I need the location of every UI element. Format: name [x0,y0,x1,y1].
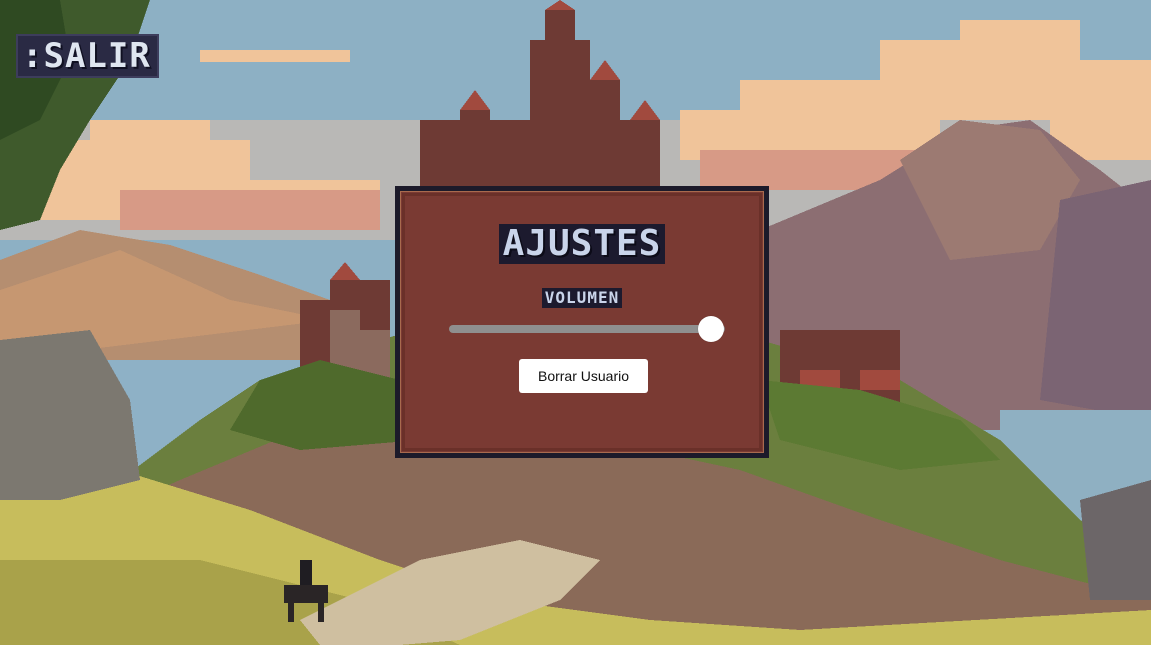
delete-user-button[interactable]: Borrar Usuario [519,359,648,393]
settings-panel-body: AJUSTES VOLUMEN Borrar Usuario [400,191,764,453]
settings-title-text: AJUSTES [498,224,666,264]
volume-slider-track[interactable] [449,325,725,333]
settings-panel: AJUSTES VOLUMEN Borrar Usuario [395,186,769,458]
volume-slider[interactable] [449,316,725,342]
volume-label: VOLUMEN [401,288,763,308]
game-scene: :SALIR AJUSTES VOLUMEN Borrar Usuario [0,0,1151,645]
volume-label-text: VOLUMEN [541,288,623,308]
exit-button[interactable]: :SALIR [18,36,157,76]
settings-title: AJUSTES [401,224,763,264]
volume-slider-thumb[interactable] [698,316,725,342]
